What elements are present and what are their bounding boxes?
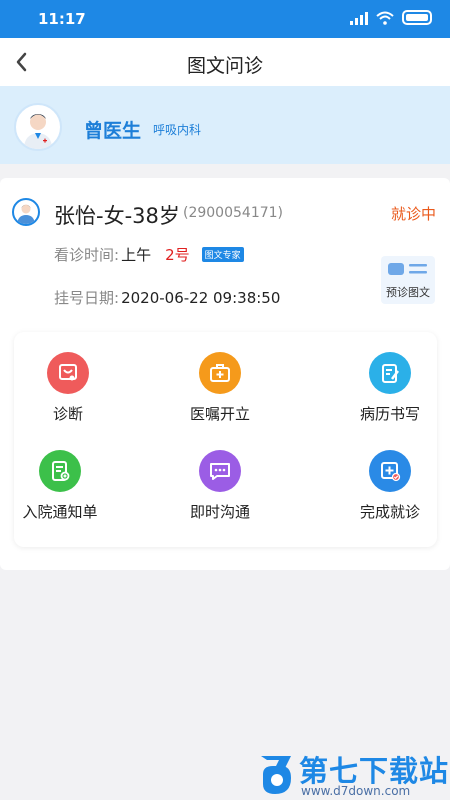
visit-status: 就诊中 <box>390 205 436 223</box>
watermark: 第七下载站 www.d7down.com <box>255 748 450 800</box>
instant-chat-label: 即时沟通 <box>189 503 250 521</box>
medical-order-button[interactable]: 医嘱开立 <box>160 352 280 424</box>
visit-time-row: 看诊时间: 上午 2号 图文专家 <box>54 244 244 265</box>
record-writing-label: 病历书写 <box>359 405 420 423</box>
instant-chat-button[interactable]: 即时沟通 <box>160 450 280 522</box>
register-date: 2020-06-22 09:38:50 <box>121 288 281 307</box>
medical-order-label: 医嘱开立 <box>189 405 250 423</box>
watermark-logo-icon <box>261 756 291 794</box>
doctor-header: 曾医生 呼吸内科 <box>0 86 450 164</box>
doctor-name: 曾医生 <box>84 120 142 142</box>
preview-card-icon <box>388 263 427 275</box>
record-write-icon <box>369 352 411 394</box>
admission-notice-label: 入院通知单 <box>22 503 98 521</box>
page-title: 图文问诊 <box>186 55 263 77</box>
admission-notice-button[interactable]: 入院通知单 <box>0 450 120 522</box>
status-time: 11:17 <box>38 10 86 28</box>
register-date-label: 挂号日期: <box>54 289 120 307</box>
status-icons <box>350 10 432 25</box>
wifi-icon <box>376 11 394 25</box>
diagnosis-label: 诊断 <box>52 405 83 423</box>
doctor-department: 呼吸内科 <box>153 123 202 137</box>
doctor-avatar <box>14 103 62 151</box>
admission-notice-icon <box>39 450 81 492</box>
visit-number: 2号 <box>165 246 190 264</box>
complete-visit-label: 完成就诊 <box>359 503 420 521</box>
patient-card: 张怡-女-38岁 (2900054171) 就诊中 看诊时间: 上午 2号 图文… <box>0 178 450 570</box>
nav-bar: 图文问诊 <box>0 38 450 86</box>
register-date-row: 挂号日期: 2020-06-22 09:38:50 <box>54 287 280 308</box>
watermark-url: www.d7down.com <box>301 784 411 798</box>
visit-period: 上午 <box>121 246 152 264</box>
medical-kit-icon <box>199 352 241 394</box>
diagnosis-button[interactable]: 诊断 <box>8 352 128 424</box>
battery-icon <box>402 10 432 25</box>
patient-avatar <box>12 198 40 226</box>
complete-visit-icon <box>369 450 411 492</box>
patient-id: (2900054171) <box>183 205 283 221</box>
diagnosis-icon <box>47 352 89 394</box>
status-bar: 11:17 <box>0 0 450 38</box>
action-grid: 诊断 医嘱开立 病历书写 入院通知单 即时沟通 完成就诊 <box>14 332 437 547</box>
preview-button[interactable]: 预诊图文 <box>381 256 435 304</box>
preview-label: 预诊图文 <box>386 286 430 299</box>
visit-tag: 图文专家 <box>201 247 244 262</box>
patient-name-info: 张怡-女-38岁 <box>54 204 180 228</box>
visit-time-label: 看诊时间: <box>54 246 120 264</box>
chat-icon <box>199 450 241 492</box>
complete-visit-button[interactable]: 完成就诊 <box>330 450 450 522</box>
signal-icon <box>350 11 368 25</box>
record-writing-button[interactable]: 病历书写 <box>330 352 450 424</box>
